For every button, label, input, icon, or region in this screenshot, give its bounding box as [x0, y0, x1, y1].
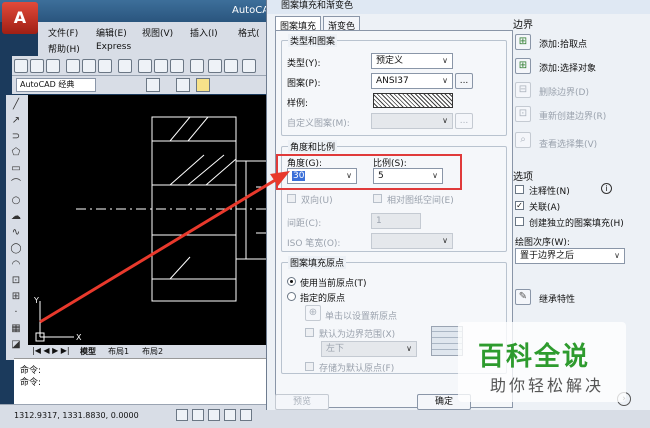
watermark-title: 百科全说	[478, 342, 591, 372]
watermark-subtitle: 助你轻松解决	[490, 376, 605, 395]
watermark: 百科全说 助你轻松解决	[458, 322, 626, 402]
